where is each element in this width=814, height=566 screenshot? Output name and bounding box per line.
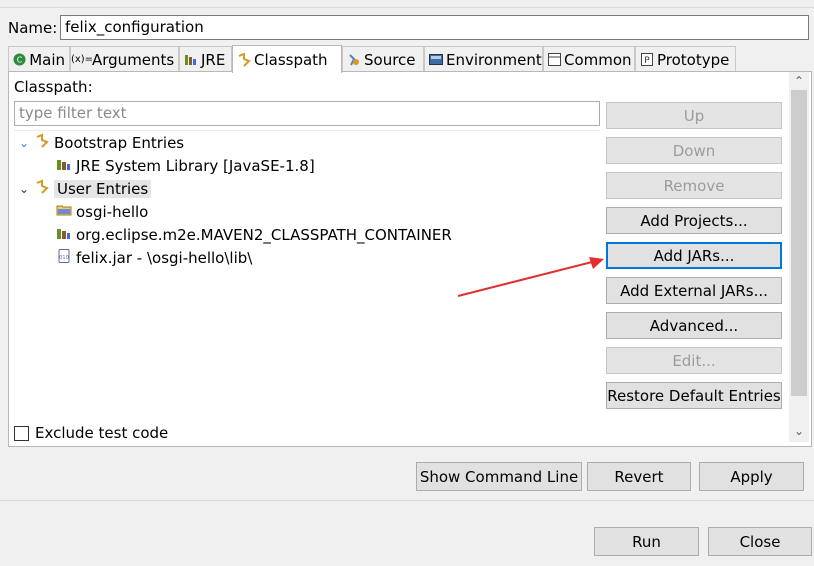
tree-label: osgi-hello — [76, 203, 149, 221]
library-icon — [56, 156, 72, 176]
chevron-down-icon[interactable]: ⌄ — [18, 182, 30, 196]
tab-arguments[interactable]: (x)= Arguments — [70, 46, 179, 72]
tab-prototype-label: Prototype — [657, 50, 730, 69]
tab-environment[interactable]: Environment — [424, 46, 543, 72]
scrollbar-thumb[interactable] — [791, 90, 807, 396]
tab-common[interactable]: Common — [543, 46, 635, 72]
classpath-entry-icon — [34, 133, 50, 153]
edit-button[interactable]: Edit... — [606, 347, 782, 374]
chevron-down-icon[interactable]: ⌄ — [18, 136, 30, 150]
remove-button[interactable]: Remove — [606, 172, 782, 199]
project-folder-icon — [56, 202, 72, 222]
tree-label: JRE System Library [JavaSE-1.8] — [76, 157, 315, 175]
tab-jre-label: JRE — [201, 50, 226, 69]
main-tab-icon: C — [13, 53, 26, 67]
dialog-separator — [0, 500, 814, 501]
vertical-scrollbar[interactable]: ⌃ ⌄ — [789, 72, 809, 442]
apply-button[interactable]: Apply — [699, 462, 804, 491]
tab-classpath-label: Classpath — [254, 50, 328, 69]
tab-common-label: Common — [564, 50, 632, 69]
tree-node-user-entries[interactable]: ⌄ User Entries — [18, 178, 152, 200]
jre-icon — [184, 53, 198, 67]
advanced-button[interactable]: Advanced... — [606, 312, 782, 339]
tab-main-label: Main — [29, 50, 65, 69]
filter-input[interactable]: type filter text — [14, 101, 600, 126]
add-jars-button[interactable]: Add JARs... — [606, 242, 782, 269]
add-external-jars-button[interactable]: Add External JARs... — [606, 277, 782, 304]
tree-node-jre-system-library[interactable]: JRE System Library [JavaSE-1.8] — [56, 155, 315, 177]
prototype-icon: P — [640, 53, 654, 67]
run-button[interactable]: Run — [594, 527, 699, 556]
tree-node-felix-jar[interactable]: 010 felix.jar - \osgi-hello\lib\ — [56, 247, 252, 269]
close-button[interactable]: Close — [708, 527, 812, 556]
tab-environment-label: Environment — [446, 50, 542, 69]
restore-default-entries-button[interactable]: Restore Default Entries — [606, 382, 782, 409]
classpath-label: Classpath: — [14, 78, 93, 96]
annotation-arrow — [457, 257, 604, 297]
tab-main[interactable]: C Main — [8, 46, 70, 72]
name-label: Name: — [8, 19, 58, 37]
tab-source[interactable]: Source — [342, 46, 424, 72]
tab-classpath[interactable]: Classpath — [232, 45, 342, 73]
arguments-icon: (x)= — [70, 54, 94, 65]
tab-bar: C Main (x)= Arguments JRE Classpath Sour… — [8, 45, 748, 73]
exclude-test-code-checkbox[interactable] — [14, 425, 29, 441]
exclude-test-code-label: Exclude test code — [35, 424, 169, 442]
exclude-test-code-row[interactable]: Exclude test code — [14, 424, 168, 442]
library-icon — [56, 225, 72, 245]
down-button[interactable]: Down — [606, 137, 782, 164]
show-command-line-button[interactable]: Show Command Line — [416, 462, 582, 491]
tab-source-label: Source — [364, 50, 416, 69]
tree-node-bootstrap-entries[interactable]: ⌄ Bootstrap Entries — [18, 132, 184, 154]
jar-file-icon: 010 — [56, 248, 72, 268]
svg-text:010: 010 — [59, 255, 69, 261]
tab-prototype[interactable]: P Prototype — [635, 46, 736, 72]
tree-label: felix.jar - \osgi-hello\lib\ — [76, 249, 253, 267]
svg-text:P: P — [644, 56, 650, 66]
tree-label: Bootstrap Entries — [54, 134, 185, 152]
source-icon — [347, 53, 361, 67]
tree-node-maven-container[interactable]: org.eclipse.m2e.MAVEN2_CLASSPATH_CONTAIN… — [56, 224, 452, 246]
title-bar-edge — [0, 0, 814, 8]
tree-label: User Entries — [54, 180, 152, 198]
environment-icon — [429, 53, 443, 67]
name-input[interactable]: felix_configuration — [60, 15, 809, 40]
tree-label: org.eclipse.m2e.MAVEN2_CLASSPATH_CONTAIN… — [76, 226, 452, 244]
classpath-icon — [237, 52, 251, 67]
classpath-entry-icon — [34, 179, 50, 199]
common-icon — [548, 53, 561, 67]
svg-text:C: C — [17, 56, 23, 65]
revert-button[interactable]: Revert — [587, 462, 691, 491]
tab-arguments-label: Arguments — [92, 50, 175, 69]
up-button[interactable]: Up — [606, 102, 782, 129]
scroll-down-icon[interactable]: ⌄ — [789, 424, 809, 440]
tab-jre[interactable]: JRE — [179, 46, 232, 72]
add-projects-button[interactable]: Add Projects... — [606, 207, 782, 234]
tree-node-osgi-hello[interactable]: osgi-hello — [56, 201, 148, 223]
scroll-up-icon[interactable]: ⌃ — [789, 74, 809, 90]
